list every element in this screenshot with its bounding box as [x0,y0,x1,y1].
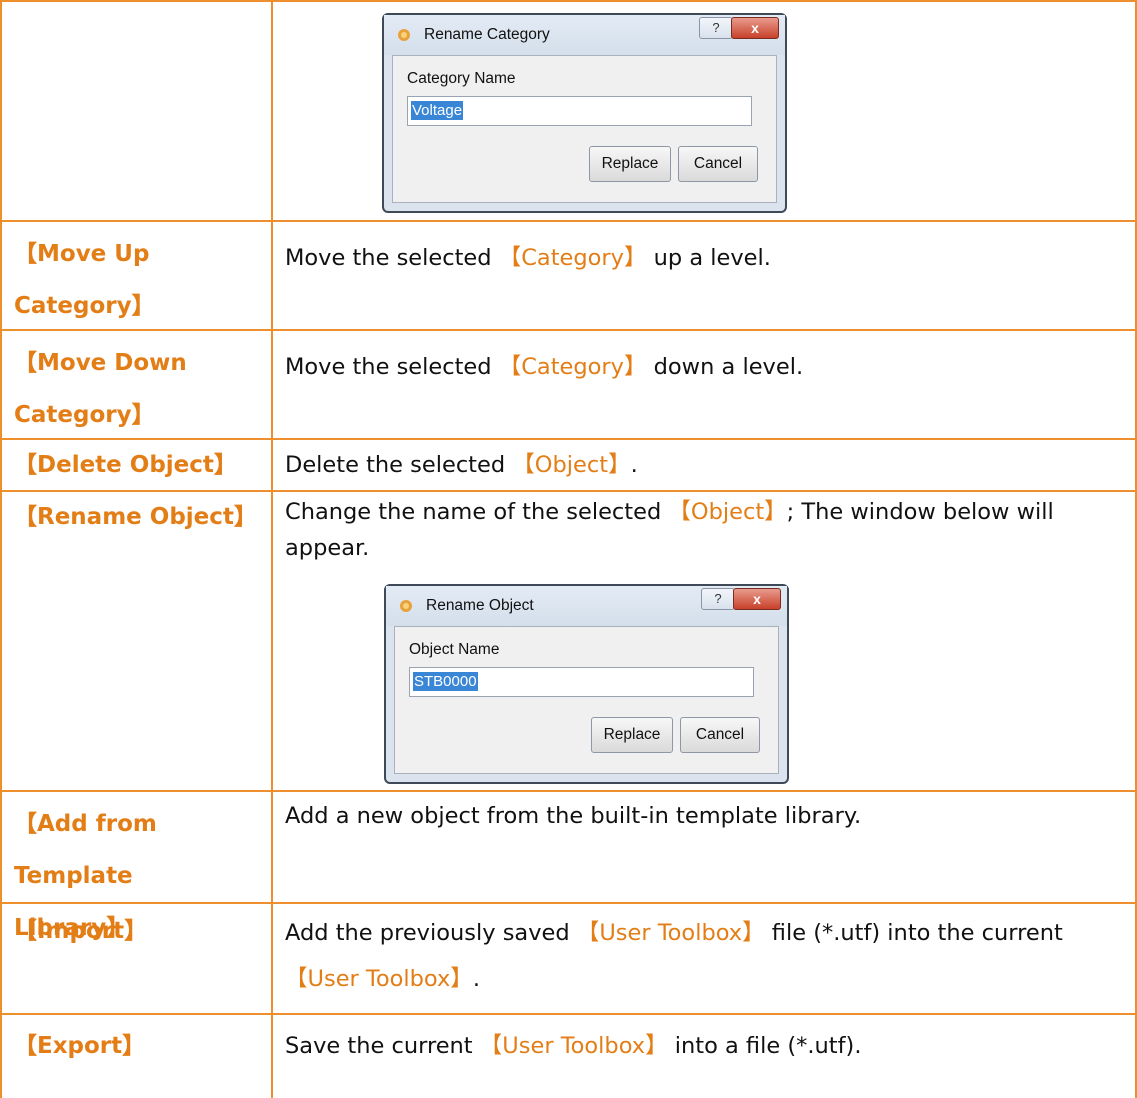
desc-delete-object: Delete the selected 【Object】. [285,443,1130,487]
cancel-button[interactable]: Cancel [680,717,760,753]
desc-text: Move the selected [285,354,499,380]
term-import: 【Import】 [14,918,148,944]
help-button[interactable]: ? [699,17,733,39]
dialog-body: Category Name Voltage Replace Cancel [392,55,777,203]
app-icon [398,29,410,41]
term-move-up-category: 【Move Up Category】 [14,241,155,319]
rename-category-dialog: Rename Category ? x Category Name Voltag… [382,13,787,213]
desc-add-from-template-library: Add a new object from the built-in templ… [285,794,1130,838]
desc-text: Move the selected [285,245,499,271]
desc-text: down a level. [646,354,804,380]
dialog-title-bar[interactable]: Rename Object ? x [386,586,787,626]
term-delete-object: 【Delete Object】 [14,452,237,478]
category-name-label: Category Name [407,70,516,87]
term-rename-object: 【Rename Object】 [14,504,257,530]
table-left-border [0,0,2,1098]
desc-text: . [630,452,638,478]
desc-move-up-category: Move the selected 【Category】 up a level. [285,236,1130,280]
desc-export: Save the current 【User Toolbox】 into a f… [285,1024,1130,1068]
desc-text: Delete the selected [285,452,513,478]
selected-text: STB0000 [413,672,478,691]
table-column-divider [271,0,273,1098]
desc-highlight: 【User Toolbox】 [576,920,765,946]
row-divider [0,1013,1137,1015]
cancel-button[interactable]: Cancel [678,146,758,182]
desc-text: Add the previously saved [285,920,577,946]
app-icon [400,600,412,612]
desc-text: . [472,966,480,992]
desc-highlight: 【Category】 [498,354,647,380]
replace-button[interactable]: Replace [591,717,673,753]
desc-text: Add a new object from the built-in templ… [285,803,862,829]
desc-import: Add the previously saved 【User Toolbox】 … [285,910,1135,1002]
dialog-title: Rename Object [426,597,534,614]
dialog-title: Rename Category [424,26,550,43]
dialog-body: Object Name STB0000 Replace Cancel [394,626,779,774]
rename-object-dialog: Rename Object ? x Object Name STB0000 Re… [384,584,789,784]
row-divider [0,0,1137,2]
row-divider [0,790,1137,792]
object-name-input[interactable]: STB0000 [409,667,754,697]
desc-text: up a level. [646,245,771,271]
close-button[interactable]: x [731,17,779,39]
category-name-input[interactable]: Voltage [407,96,752,126]
help-button[interactable]: ? [701,588,735,610]
desc-highlight: 【User Toolbox】 [285,966,473,992]
selected-text: Voltage [411,101,464,120]
close-button[interactable]: x [733,588,781,610]
desc-highlight: 【Category】 [498,245,647,271]
desc-highlight: 【Object】 [512,452,631,478]
desc-text: Change the name of the selected [285,499,669,525]
desc-highlight: 【User Toolbox】 [479,1033,668,1059]
desc-text: Save the current [285,1033,480,1059]
term-move-down-category: 【Move Down Category】 [14,350,187,428]
replace-button[interactable]: Replace [589,146,671,182]
feature-table: Rename Category ? x Category Name Voltag… [0,0,1137,1098]
desc-text: file (*.utf) into the current [764,920,1063,946]
object-name-label: Object Name [409,641,500,658]
desc-text: into a file (*.utf). [667,1033,862,1059]
term-export: 【Export】 [14,1033,146,1059]
desc-rename-object: Change the name of the selected 【Object】… [285,494,1105,566]
dialog-title-bar[interactable]: Rename Category ? x [384,15,785,55]
desc-move-down-category: Move the selected 【Category】 down a leve… [285,345,1130,389]
row-divider [0,220,1137,222]
desc-highlight: 【Object】 [668,499,787,525]
